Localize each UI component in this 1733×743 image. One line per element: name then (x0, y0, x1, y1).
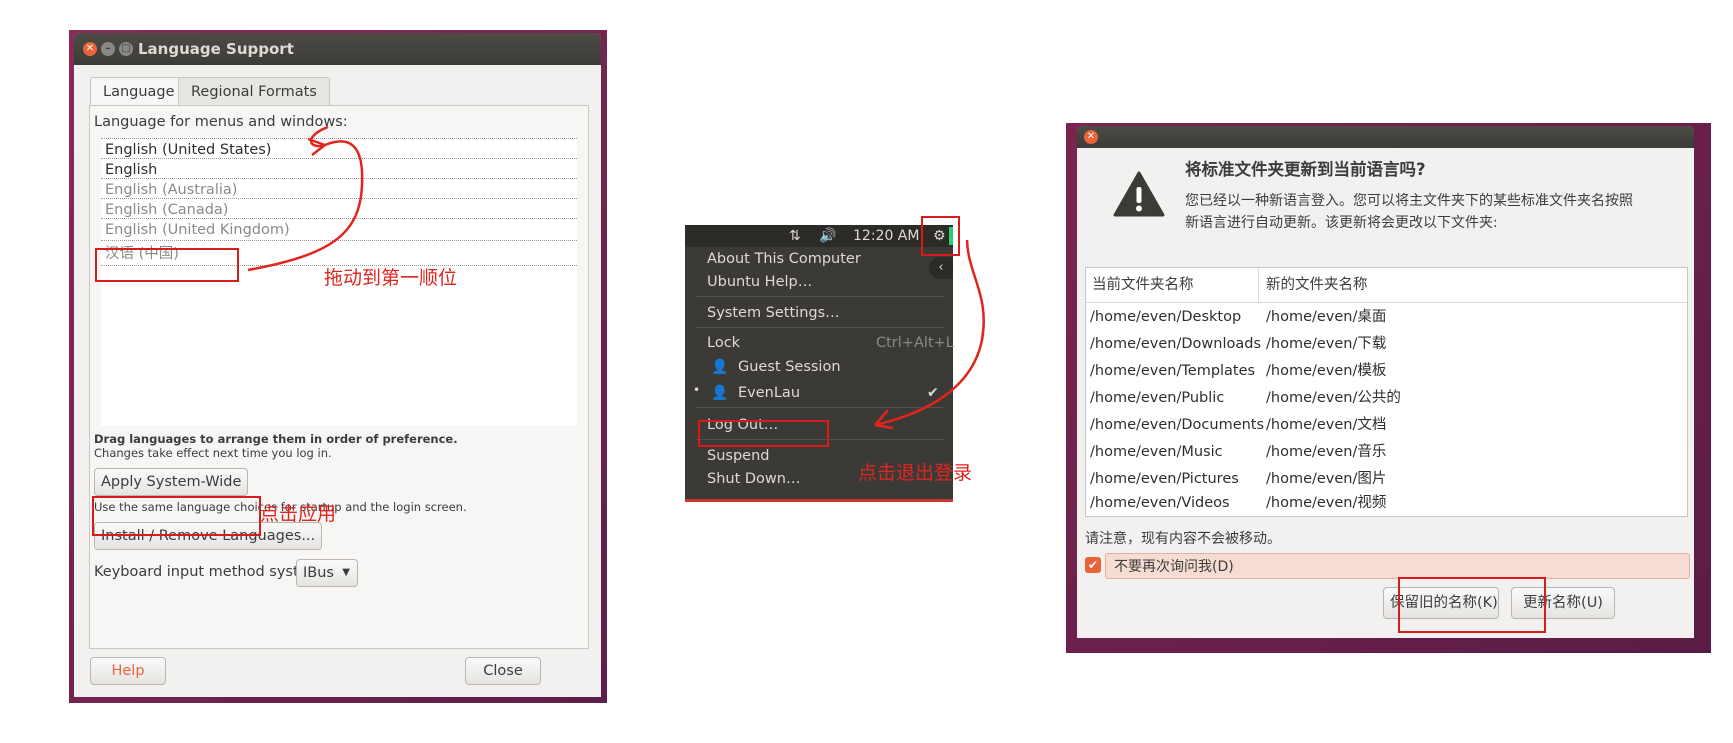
menu-item-guest-session[interactable]: Guest Session (738, 359, 841, 375)
cell-current: /home/even/Templates (1090, 363, 1256, 379)
dialog-heading: 将标准文件夹更新到当前语言吗? (1185, 160, 1426, 179)
menu-item-lock[interactable]: Lock (707, 335, 740, 351)
menu-item-shut-down[interactable]: Shut Down… (707, 471, 800, 487)
menu-item-help[interactable]: Ubuntu Help… (707, 274, 812, 290)
table-row[interactable]: /home/even/Templates/home/even/模板 (1086, 358, 1687, 385)
title-bar: ✕ – □ Language Support (74, 33, 601, 65)
annotation-click-apply: 点击应用 (260, 503, 337, 525)
maximize-window-icon[interactable]: □ (119, 42, 133, 56)
dont-ask-again-label: 不要再次询问我(D) (1114, 559, 1234, 575)
dialog-message-line2: 新语言进行自动更新。该更新将会更改以下文件夹: (1185, 215, 1498, 231)
dont-ask-again-checkbox[interactable]: ✔ (1085, 557, 1101, 573)
column-divider (1258, 268, 1259, 302)
keyboard-input-select[interactable]: IBus ▼ (296, 559, 358, 587)
user-icon: 👤 (711, 385, 729, 401)
menu-item-user[interactable]: EvenLau (738, 385, 800, 401)
chevron-down-icon: ▼ (342, 567, 350, 578)
highlight-chinese-language (95, 248, 239, 282)
table-row[interactable]: /home/even/Downloads/home/even/下载 (1086, 331, 1687, 358)
table-header: 当前文件夹名称 新的文件夹名称 (1086, 268, 1687, 303)
checkbox-row[interactable]: 不要再次询问我(D) (1105, 553, 1690, 579)
window-title: Language Support (138, 40, 294, 58)
cell-new: /home/even/文档 (1266, 417, 1387, 433)
table-row[interactable]: /home/even/Desktop/home/even/桌面 (1086, 304, 1687, 331)
title-bar: ✕ (1077, 126, 1694, 148)
dialog-note: 请注意，现有内容不会被移动。 (1085, 531, 1281, 547)
cell-current: /home/even/Music (1090, 444, 1223, 460)
table-row[interactable]: /home/even/Music/home/even/音乐 (1086, 439, 1687, 466)
table-row[interactable]: /home/even/Videos/home/even/视频 (1086, 490, 1687, 517)
menu-item-system-settings[interactable]: System Settings… (707, 305, 840, 321)
volume-icon[interactable]: 🔊 (819, 225, 836, 247)
cell-current: /home/even/Downloads (1090, 336, 1262, 352)
column-header-new[interactable]: 新的文件夹名称 (1266, 268, 1368, 302)
cell-new: /home/even/视频 (1266, 495, 1387, 511)
drag-hint: Drag languages to arrange them in order … (94, 432, 458, 446)
tab-regional-formats[interactable]: Regional Formats (178, 77, 330, 106)
menu-item-suspend[interactable]: Suspend (707, 448, 769, 464)
keyboard-input-label: Keyboard input method system: (94, 564, 327, 580)
user-icon: 👤 (711, 359, 729, 375)
cell-new: /home/even/下载 (1266, 336, 1387, 352)
dialog-message-line1: 您已经以一种新语言登入。您可以将主文件夹下的某些标准文件夹名按照 (1185, 193, 1633, 209)
cell-current: /home/even/Videos (1090, 495, 1230, 511)
apply-system-wide-button[interactable]: Apply System-Wide (94, 468, 249, 496)
drag-arrow-icon (247, 125, 364, 272)
cell-new: /home/even/桌面 (1266, 309, 1387, 325)
logout-arrow-icon (874, 239, 985, 430)
help-button[interactable]: Help (90, 657, 166, 685)
cell-new: /home/even/模板 (1266, 363, 1387, 379)
table-row[interactable]: /home/even/Public/home/even/公共的 (1086, 385, 1687, 412)
cell-current: /home/even/Pictures (1090, 471, 1239, 487)
active-user-bullet: • (693, 383, 701, 397)
tab-language[interactable]: Language (90, 77, 188, 107)
highlight-keep-names (1398, 577, 1546, 633)
cell-new: /home/even/音乐 (1266, 444, 1387, 460)
annotation-click-logout: 点击退出登录 (858, 462, 973, 484)
table-row[interactable]: /home/even/Pictures/home/even/图片 (1086, 466, 1687, 493)
column-header-current[interactable]: 当前文件夹名称 (1092, 268, 1194, 302)
menu-item-about[interactable]: About This Computer (707, 251, 861, 267)
update-folders-screenshot: ✕ 将标准文件夹更新到当前语言吗? 您已经以一种新语言登入。您可以将主文件夹下的… (1066, 123, 1711, 653)
table-row[interactable]: /home/even/Documents/home/even/文档 (1086, 412, 1687, 439)
cell-new: /home/even/公共的 (1266, 390, 1401, 406)
network-icon[interactable]: ⇅ (789, 225, 801, 247)
highlight-apply-button (92, 496, 261, 536)
update-folders-dialog: ✕ 将标准文件夹更新到当前语言吗? 您已经以一种新语言登入。您可以将主文件夹下的… (1077, 126, 1694, 638)
warning-icon (1113, 171, 1165, 217)
keyboard-input-value: IBus (303, 565, 334, 581)
menu-bottom-edge (685, 499, 953, 502)
cell-current: /home/even/Desktop (1090, 309, 1242, 325)
highlight-log-out (698, 420, 829, 447)
close-window-icon[interactable]: ✕ (83, 42, 97, 56)
cell-current: /home/even/Public (1090, 390, 1225, 406)
close-window-icon[interactable]: ✕ (1084, 130, 1098, 144)
close-button[interactable]: Close (465, 657, 541, 685)
cell-new: /home/even/图片 (1266, 471, 1387, 487)
cell-current: /home/even/Documents (1090, 417, 1265, 433)
drag-subhint: Changes take effect next time you log in… (94, 446, 332, 460)
minimize-window-icon[interactable]: – (101, 42, 115, 56)
folder-table[interactable]: 当前文件夹名称 新的文件夹名称 /home/even/Desktop/home/… (1085, 267, 1688, 517)
